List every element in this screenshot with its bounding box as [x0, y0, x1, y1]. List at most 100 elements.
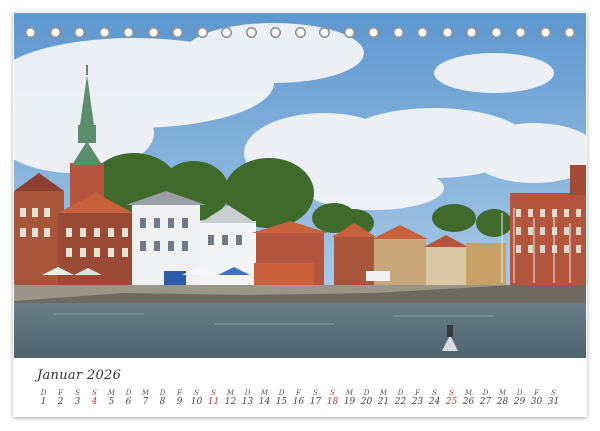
day-cell: F9 — [171, 389, 188, 408]
day-number: 17 — [309, 397, 322, 407]
weekday-label: F — [58, 389, 63, 397]
day-number: 31 — [547, 397, 560, 407]
day-cell: F2 — [52, 389, 69, 408]
day-number: 15 — [275, 397, 288, 407]
binding-ring — [172, 27, 183, 38]
day-cell: F 16 — [290, 389, 307, 408]
day-cell: M 28 — [494, 389, 511, 408]
binding-ring — [466, 27, 477, 38]
weekday-label: D — [40, 389, 47, 397]
binding-ring — [564, 27, 575, 38]
day-cell: M7 — [137, 389, 154, 408]
binding-ring — [98, 27, 110, 38]
day-number: 21 — [377, 397, 390, 407]
day-cell: D6 — [120, 389, 137, 408]
day-cell: D1 — [35, 389, 52, 408]
binding-ring — [123, 27, 134, 38]
weekday-label: F — [177, 389, 182, 397]
day-cell: M5 — [103, 389, 120, 408]
weekday-label: M — [226, 389, 235, 397]
day-cell: S4 — [86, 389, 103, 408]
weekday-label: S — [211, 389, 216, 397]
weekday-label: S — [551, 389, 556, 397]
day-number: 11 — [207, 397, 220, 407]
weekday-label: M — [345, 389, 354, 397]
day-cell: D 15 — [273, 389, 290, 408]
day-cell: S 17 — [307, 389, 324, 408]
day-number: 4 — [91, 397, 98, 407]
day-number: 5 — [108, 397, 115, 407]
day-number: 22 — [394, 397, 407, 407]
day-cell: F 30 — [528, 389, 545, 408]
binding-ring — [343, 27, 355, 38]
binding-ring — [368, 27, 379, 38]
day-number: 25 — [445, 397, 458, 407]
weekday-label: S — [330, 389, 335, 397]
day-number: 1 — [40, 397, 47, 407]
weekday-label: S — [449, 389, 454, 397]
binding-ring — [25, 27, 36, 38]
weekday-label: M — [498, 389, 507, 397]
day-cell: D 27 — [477, 389, 494, 408]
day-number: 30 — [530, 397, 543, 407]
weekday-label: S — [432, 389, 437, 397]
day-cell: S 25 — [443, 389, 460, 408]
binding-ring — [490, 27, 502, 38]
binding-ring — [417, 27, 428, 38]
binding-ring — [147, 27, 159, 38]
binding-ring — [49, 27, 61, 38]
day-cell: F 23 — [409, 389, 426, 408]
day-cell: M 14 — [256, 389, 273, 408]
day-cell: D 29 — [511, 389, 528, 408]
binding-ring — [270, 27, 281, 38]
day-number: 29 — [513, 397, 526, 407]
day-number: 24 — [428, 397, 441, 407]
day-number: 6 — [125, 397, 132, 407]
day-number: 18 — [326, 397, 339, 407]
weekday-label: M — [379, 389, 388, 397]
day-number: 26 — [462, 397, 475, 407]
calendar-strip: Januar 2026 D 1 F 2 S 3 S 4 M 5 D 6 M 7 D 8 F 9 S 10 S 11 M 12 D… — [13, 358, 587, 417]
day-cell: S 18 — [324, 389, 341, 408]
weekday-label: S — [313, 389, 318, 397]
binding-ring — [539, 27, 551, 38]
binding-ring — [221, 27, 232, 38]
weekday-label: D — [397, 389, 404, 397]
day-cell: M 26 — [460, 389, 477, 408]
weekday-label: D — [363, 389, 370, 397]
day-row: D 1 F 2 S 3 S 4 M 5 D 6 M 7 D 8 F 9 S 10 S 11 M 12 D 13 M 14 D 15 F 16 S… — [35, 389, 565, 413]
day-cell: M 21 — [375, 389, 392, 408]
binding-ring — [441, 27, 453, 38]
harbor-town-photo — [14, 13, 586, 358]
day-number: 28 — [496, 397, 509, 407]
day-number: 12 — [224, 397, 237, 407]
day-cell: S 24 — [426, 389, 443, 408]
day-cell: M 19 — [341, 389, 358, 408]
weekday-label: S — [75, 389, 80, 397]
binding-ring — [392, 27, 404, 38]
day-number: 7 — [142, 397, 149, 407]
weekday-label: S — [92, 389, 97, 397]
day-number: 10 — [190, 397, 203, 407]
binding-ring — [74, 27, 85, 38]
weekday-label: M — [141, 389, 150, 397]
water — [14, 303, 586, 358]
binding-ring — [196, 27, 208, 38]
weekday-label: F — [534, 389, 539, 397]
weekday-label: D — [159, 389, 166, 397]
calendar-page: Januar 2026 D 1 F 2 S 3 S 4 M 5 D 6 M 7 D 8 F 9 S 10 S 11 M 12 D… — [13, 12, 587, 417]
day-number: 20 — [360, 397, 373, 407]
weekday-label: F — [296, 389, 301, 397]
day-number: 13 — [241, 397, 254, 407]
day-number: 2 — [57, 397, 64, 407]
day-cell: M 12 — [222, 389, 239, 408]
binding-ring — [515, 27, 526, 38]
day-cell: S3 — [69, 389, 86, 408]
day-cell: D 13 — [239, 389, 256, 408]
day-number: 27 — [479, 397, 492, 407]
weekday-label: D — [125, 389, 132, 397]
day-cell: D 22 — [392, 389, 409, 408]
day-number: 3 — [74, 397, 81, 407]
weekday-label: F — [415, 389, 420, 397]
binding-ring — [294, 27, 306, 38]
